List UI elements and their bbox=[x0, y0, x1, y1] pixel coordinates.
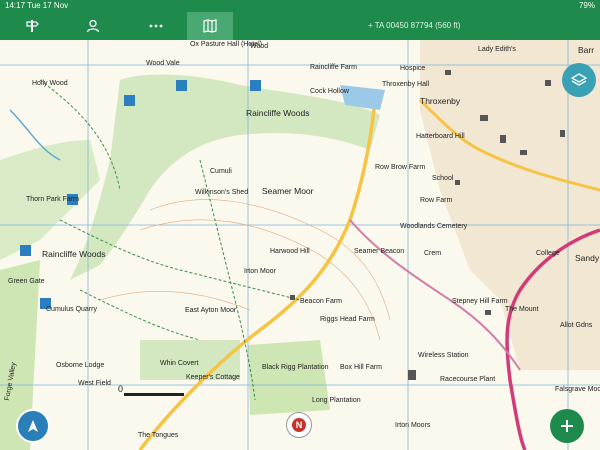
top-toolbar: + TA 00450 87794 (560 ft) bbox=[0, 12, 600, 40]
place-label: Wilkinson's Shed bbox=[195, 189, 249, 196]
ellipsis-icon bbox=[149, 24, 163, 28]
place-label: Throxenby bbox=[420, 96, 461, 106]
place-label: Long Plantation bbox=[312, 397, 361, 404]
place-label: Raincliffe Woods bbox=[246, 108, 310, 118]
place-label: Cumulus Quarry bbox=[46, 306, 97, 313]
place-label: Lady Edith's bbox=[478, 46, 516, 53]
place-label: School bbox=[432, 175, 454, 182]
place-label: Barr bbox=[578, 45, 595, 55]
map-scale: 0 bbox=[118, 384, 184, 400]
place-label: Wireless Station bbox=[418, 352, 469, 359]
signpost-icon bbox=[26, 20, 39, 32]
place-label: Thorn Park Farm bbox=[26, 196, 79, 203]
place-label: Racecourse Plant bbox=[440, 376, 496, 383]
map-button[interactable] bbox=[187, 12, 233, 40]
place-label: Raincliffe Woods bbox=[42, 249, 106, 259]
place-label: Crem bbox=[424, 250, 442, 257]
place-label: The Mount bbox=[505, 306, 539, 313]
status-time-date: 14:17 Tue 17 Nov bbox=[5, 1, 69, 10]
place-label: Stepney Hill Farm bbox=[452, 298, 508, 305]
place-label: Seamer Moor bbox=[262, 186, 314, 196]
grid-reference-readout: + TA 00450 87794 (560 ft) bbox=[368, 21, 461, 30]
place-label: Black Rigg Plantation bbox=[262, 364, 329, 371]
place-label: Wood Vale bbox=[146, 60, 180, 67]
place-label: Irton Moor bbox=[244, 268, 276, 275]
place-label: Cock Hollow bbox=[310, 88, 349, 95]
location-arrow-icon bbox=[28, 420, 38, 432]
locate-button[interactable] bbox=[16, 409, 50, 443]
place-label: Beacon Farm bbox=[300, 298, 343, 305]
map-graphic bbox=[0, 40, 600, 450]
place-label: Osborne Lodge bbox=[56, 362, 105, 369]
scale-bar bbox=[124, 393, 184, 396]
status-bar: 14:17 Tue 17 Nov 79% bbox=[0, 0, 600, 12]
person-icon bbox=[86, 19, 100, 33]
place-label: Cumuli bbox=[210, 168, 232, 175]
place-label: Harwood Hill bbox=[270, 248, 310, 255]
place-label: College bbox=[536, 250, 560, 257]
place-label: Falsgrave Moor bbox=[555, 386, 600, 393]
layers-button[interactable] bbox=[562, 63, 596, 97]
map-icon bbox=[203, 19, 217, 33]
compass-north-label: N bbox=[292, 418, 306, 432]
compass-button[interactable]: N bbox=[286, 412, 312, 438]
place-label: Riggs Head Farm bbox=[320, 316, 375, 323]
layers-icon bbox=[571, 73, 587, 86]
battery-percent: 79% bbox=[578, 1, 595, 10]
place-label: Hatterboard Hill bbox=[416, 133, 465, 140]
place-label: Row Brow Farm bbox=[375, 164, 426, 171]
place-label: Sandy bbox=[575, 253, 600, 263]
place-label: West Field bbox=[78, 380, 111, 387]
place-label: Wood bbox=[250, 43, 269, 50]
place-label: The Tongues bbox=[138, 432, 179, 439]
place-label: Allot Gdns bbox=[560, 322, 593, 329]
routes-button[interactable] bbox=[9, 12, 55, 40]
place-label: Irton Moors bbox=[395, 422, 431, 429]
more-button[interactable] bbox=[133, 12, 179, 40]
place-label: Box Hill Farm bbox=[340, 364, 383, 371]
place-label: Holly Wood bbox=[32, 80, 68, 87]
place-label: Throxenby Hall bbox=[382, 81, 430, 88]
place-label: Raincliffe Farm bbox=[310, 64, 357, 71]
scale-zero-label: 0 bbox=[118, 384, 124, 394]
place-label: Seamer Beacon bbox=[354, 248, 405, 255]
plus-icon bbox=[561, 420, 573, 432]
account-button[interactable] bbox=[70, 12, 116, 40]
map-canvas[interactable]: Ox Pasture Hall (Hotel) Wood Raincliffe … bbox=[0, 40, 600, 450]
place-label: Whin Covert bbox=[160, 360, 199, 367]
place-label: Row Farm bbox=[420, 197, 453, 204]
place-label: East Ayton Moor bbox=[185, 307, 237, 314]
place-label: Keeper's Cottage bbox=[186, 374, 240, 381]
place-label: Hospice bbox=[400, 65, 426, 72]
add-button[interactable] bbox=[550, 409, 584, 443]
place-label: Woodlands Cemetery bbox=[400, 223, 468, 230]
status-battery: 79% bbox=[579, 0, 595, 12]
place-label: Green Gate bbox=[8, 278, 45, 285]
